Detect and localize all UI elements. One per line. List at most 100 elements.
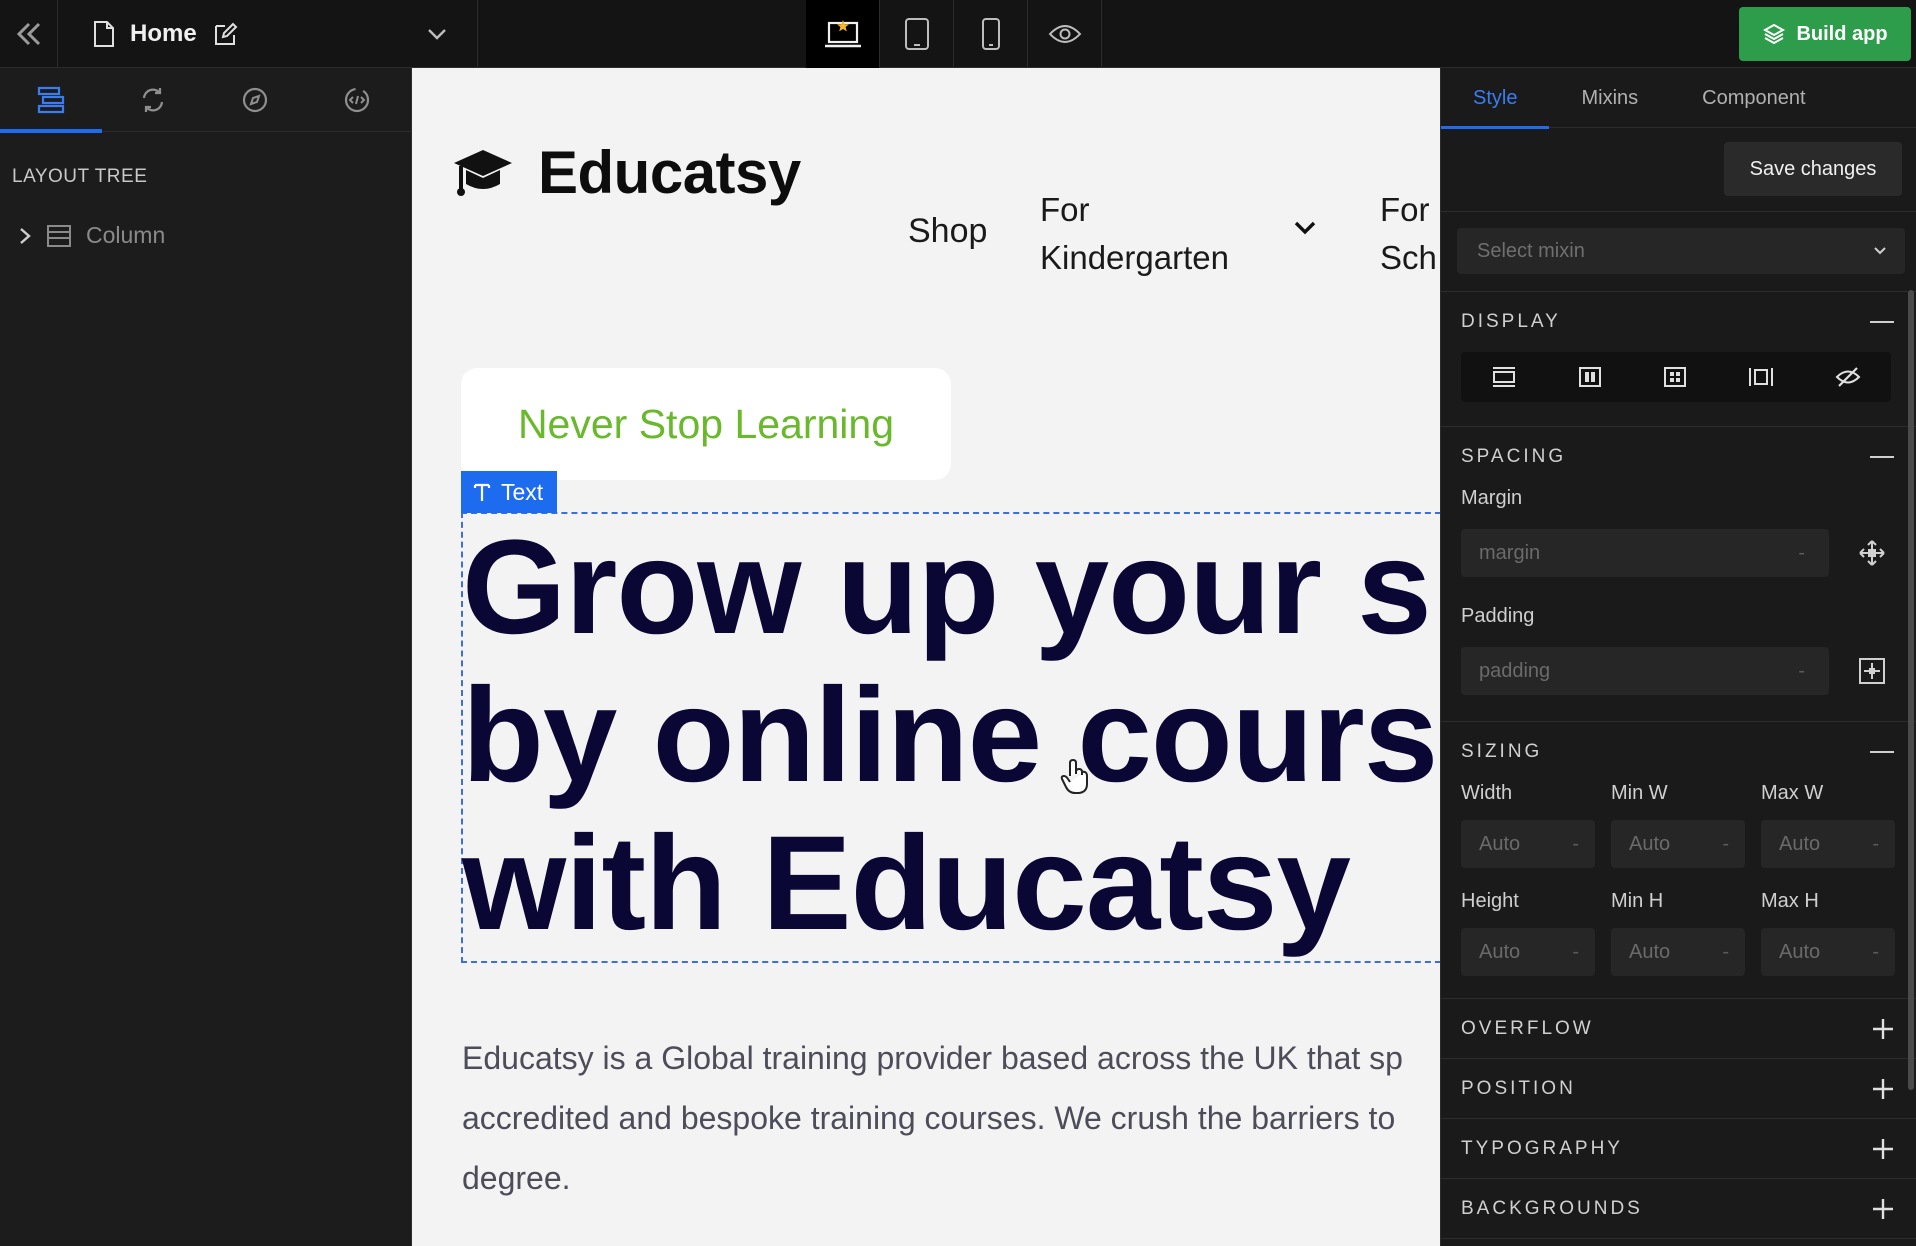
nav-school-line1: For xyxy=(1380,191,1430,228)
sizing-section-header[interactable]: SIZING xyxy=(1441,722,1916,782)
min-height-value: Auto xyxy=(1629,940,1671,963)
edit-icon[interactable] xyxy=(213,21,239,47)
display-none-icon[interactable] xyxy=(1835,366,1861,388)
height-value: Auto xyxy=(1479,940,1521,963)
minus-icon[interactable] xyxy=(1870,455,1894,459)
tab-component[interactable]: Component xyxy=(1670,68,1837,128)
tab-navigation[interactable] xyxy=(204,68,306,132)
hero-line-1: Grow up your sk xyxy=(462,513,1440,662)
plus-icon[interactable] xyxy=(1872,1018,1894,1040)
nav-kindergarten-link[interactable]: For Kindergarten xyxy=(1040,186,1230,282)
mixin-select-placeholder: Select mixin xyxy=(1477,239,1585,262)
padding-label: Padding xyxy=(1461,605,1535,627)
min-width-label: Min W xyxy=(1611,782,1668,804)
chevron-right-icon[interactable] xyxy=(18,226,32,246)
display-flex-icon[interactable] xyxy=(1578,366,1602,388)
plus-icon[interactable] xyxy=(1872,1078,1894,1100)
mixin-select[interactable]: Select mixin xyxy=(1457,228,1905,274)
max-height-value: Auto xyxy=(1779,940,1821,963)
minus-icon[interactable] xyxy=(1870,320,1894,324)
page-selector[interactable]: Home xyxy=(58,0,478,68)
page-name: Home xyxy=(130,20,197,47)
right-panel: Style Mixins Component Save changes Sele… xyxy=(1440,68,1916,1246)
right-panel-tabs: Style Mixins Component xyxy=(1441,68,1916,129)
nav-shop-link[interactable]: Shop xyxy=(908,212,987,251)
margin-label: Margin xyxy=(1461,487,1523,509)
hero-heading[interactable]: Grow up your sk by online course with Ed… xyxy=(462,514,1440,958)
margin-input[interactable]: margin - xyxy=(1461,529,1829,577)
position-section-header[interactable]: POSITION xyxy=(1441,1059,1916,1118)
nav-kindergarten-line1: For xyxy=(1040,191,1090,228)
max-width-value: Auto xyxy=(1779,832,1821,855)
tab-custom-code[interactable] xyxy=(306,68,408,132)
display-title: DISPLAY xyxy=(1461,311,1561,332)
padding-input[interactable]: padding - xyxy=(1461,647,1829,695)
mixin-row: Select mixin xyxy=(1441,212,1916,292)
margin-move-icon[interactable] xyxy=(1858,539,1886,567)
overflow-section-header[interactable]: OVERFLOW xyxy=(1441,999,1916,1058)
device-switcher xyxy=(806,0,1102,68)
tablet-view-button[interactable] xyxy=(880,0,954,68)
display-inline-icon[interactable] xyxy=(1748,366,1774,388)
double-chevron-left-icon xyxy=(16,22,40,46)
document-icon xyxy=(94,21,114,47)
phone-icon xyxy=(981,18,1000,50)
height-label: Height xyxy=(1461,890,1519,912)
tagline-badge[interactable]: Never Stop Learning xyxy=(461,368,951,480)
typography-section-header[interactable]: TYPOGRAPHY xyxy=(1441,1119,1916,1178)
build-app-label: Build app xyxy=(1796,22,1888,45)
spacing-title: SPACING xyxy=(1461,446,1567,467)
tab-style[interactable]: Style xyxy=(1441,68,1550,129)
tab-layout-tree[interactable] xyxy=(0,68,102,133)
tab-mixins[interactable]: Mixins xyxy=(1549,68,1670,128)
minus-icon[interactable] xyxy=(1870,750,1894,754)
max-height-input[interactable]: Auto - xyxy=(1761,928,1895,976)
typography-section: TYPOGRAPHY xyxy=(1441,1119,1916,1179)
max-width-label: Max W xyxy=(1761,782,1824,804)
selection-tag[interactable]: Text xyxy=(461,471,558,513)
backgrounds-section-header[interactable]: BACKGROUNDS xyxy=(1441,1179,1916,1238)
margin-dash: - xyxy=(1798,541,1805,564)
right-panel-scrollbar[interactable] xyxy=(1908,290,1914,1090)
design-canvas[interactable]: Educatsy Shop For Kindergarten For Sch N… xyxy=(412,68,1440,1246)
site-logo[interactable]: Educatsy xyxy=(452,138,801,207)
height-input[interactable]: Auto - xyxy=(1461,928,1595,976)
plus-icon[interactable] xyxy=(1872,1138,1894,1160)
preview-button[interactable] xyxy=(1028,0,1102,68)
plus-icon[interactable] xyxy=(1872,1198,1894,1220)
spacing-section: SPACING Margin margin - Padding padding … xyxy=(1441,427,1916,722)
build-app-button[interactable]: Build app xyxy=(1739,7,1911,61)
chevron-down-icon[interactable] xyxy=(425,22,449,46)
overflow-title: OVERFLOW xyxy=(1461,1017,1594,1039)
padding-dash: - xyxy=(1798,659,1805,682)
desktop-view-button[interactable] xyxy=(806,0,880,68)
max-width-dash: - xyxy=(1872,832,1879,855)
padding-box-icon[interactable] xyxy=(1858,657,1886,685)
collapse-sidebar-button[interactable] xyxy=(0,0,58,68)
display-block-icon[interactable] xyxy=(1491,366,1517,388)
spacing-section-header[interactable]: SPACING xyxy=(1441,427,1916,487)
display-grid-icon[interactable] xyxy=(1663,366,1687,388)
min-width-input[interactable]: Auto - xyxy=(1611,820,1745,868)
text-type-icon xyxy=(473,483,491,501)
save-changes-button[interactable]: Save changes xyxy=(1724,142,1902,196)
description-paragraph[interactable]: Educatsy is a Global training provider b… xyxy=(462,1028,1440,1208)
width-input[interactable]: Auto - xyxy=(1461,820,1595,868)
chevron-down-icon[interactable] xyxy=(1292,218,1318,238)
top-bar: Home Build app xyxy=(0,0,1916,68)
mobile-view-button[interactable] xyxy=(954,0,1028,68)
table-icon xyxy=(47,224,71,247)
max-width-input[interactable]: Auto - xyxy=(1761,820,1895,868)
left-panel-tabs xyxy=(0,68,411,133)
display-section-header[interactable]: DISPLAY xyxy=(1441,292,1916,352)
tab-data-sync[interactable] xyxy=(102,68,204,132)
nav-school-line2: Sch xyxy=(1380,239,1437,276)
graduation-cap-icon xyxy=(454,149,512,196)
position-section: POSITION xyxy=(1441,1059,1916,1119)
layers-icon xyxy=(1763,23,1786,45)
hand-cursor-icon xyxy=(1060,758,1088,794)
min-height-input[interactable]: Auto - xyxy=(1611,928,1745,976)
tree-item-column[interactable]: Column xyxy=(18,222,411,249)
nav-school-link[interactable]: For Sch xyxy=(1380,186,1437,282)
width-value: Auto xyxy=(1479,832,1521,855)
